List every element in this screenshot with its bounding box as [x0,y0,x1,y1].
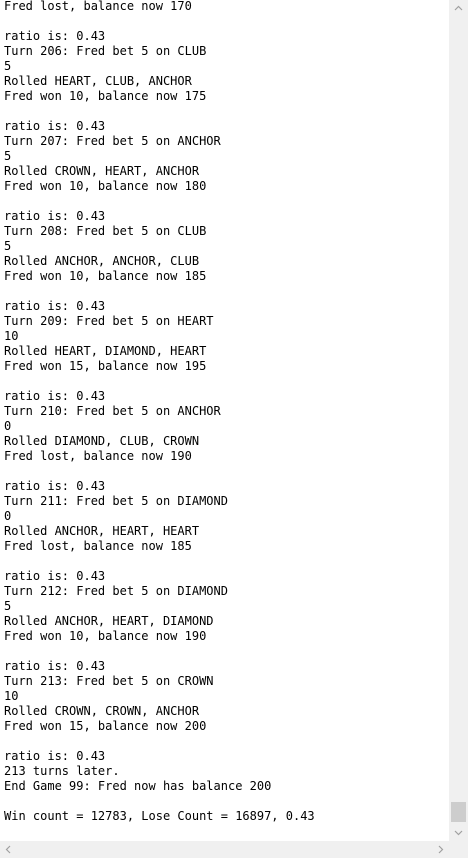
scroll-down-button[interactable] [449,824,468,841]
vertical-scroll-thumb[interactable] [451,802,466,822]
console-line: ratio is: 0.43 [4,479,106,493]
console-line: Fred lost, balance now 190 [4,449,192,463]
console-line: 5 [4,599,12,613]
console-line: Fred won 15, balance now 200 [4,719,207,733]
console-line: Rolled ANCHOR, HEART, HEART [4,524,200,538]
scroll-up-button[interactable] [449,0,468,17]
console-line: Rolled DIAMOND, CLUB, CROWN [4,434,200,448]
console-line: Rolled CROWN, CROWN, ANCHOR [4,704,200,718]
console-line: Turn 212: Fred bet 5 on DIAMOND [4,584,228,598]
console-line: Fred lost, balance now 170 [4,0,192,13]
chevron-left-icon [5,845,11,854]
console-line: Turn 207: Fred bet 5 on ANCHOR [4,134,221,148]
console-line: Rolled ANCHOR, HEART, DIAMOND [4,614,214,628]
console-output-area[interactable]: Fred lost, balance now 170 ratio is: 0.43… [0,0,449,841]
console-line: ratio is: 0.43 [4,209,106,223]
console-line: Fred won 10, balance now 175 [4,89,207,103]
vertical-scrollbar[interactable] [449,0,468,841]
console-line: Fred won 10, balance now 185 [4,269,207,283]
console-line: ratio is: 0.43 [4,29,106,43]
console-line: ratio is: 0.43 [4,569,106,583]
console-line: Rolled CROWN, HEART, ANCHOR [4,164,200,178]
console-line: 5 [4,149,12,163]
console-line: 10 [4,329,19,343]
horizontal-scrollbar[interactable] [0,841,449,858]
chevron-up-icon [454,5,463,11]
console-line: Turn 208: Fred bet 5 on CLUB [4,224,207,238]
console-line: Win count = 12783, Lose Count = 16897, 0… [4,809,315,823]
console-line: Fred won 10, balance now 190 [4,629,207,643]
console-line: Fred lost, balance now 185 [4,539,192,553]
console-line: Rolled ANCHOR, ANCHOR, CLUB [4,254,200,268]
console-line: Rolled HEART, DIAMOND, HEART [4,344,207,358]
console-line: 0 [4,419,12,433]
console-line: Turn 213: Fred bet 5 on CROWN [4,674,214,688]
console-line: 10 [4,689,19,703]
console-line: End Game 99: Fred now has balance 200 [4,779,272,793]
chevron-down-icon [454,830,463,836]
console-line: Turn 211: Fred bet 5 on DIAMOND [4,494,228,508]
console-line: ratio is: 0.43 [4,749,106,763]
scroll-left-button[interactable] [0,841,17,858]
console-line: 0 [4,509,12,523]
console-line: ratio is: 0.43 [4,299,106,313]
console-line: Turn 206: Fred bet 5 on CLUB [4,44,207,58]
console-line: 5 [4,239,12,253]
console-line: Fred won 10, balance now 180 [4,179,207,193]
console-line: Fred won 15, balance now 195 [4,359,207,373]
scrollbar-corner [449,841,468,858]
scroll-right-button[interactable] [432,841,449,858]
console-line: Turn 210: Fred bet 5 on ANCHOR [4,404,221,418]
console-line: Rolled HEART, CLUB, ANCHOR [4,74,192,88]
console-line: ratio is: 0.43 [4,659,106,673]
console-line: ratio is: 0.43 [4,119,106,133]
console-line: 213 turns later. [4,764,120,778]
console-line: Turn 209: Fred bet 5 on HEART [4,314,214,328]
chevron-right-icon [438,845,444,854]
console-line: ratio is: 0.43 [4,389,106,403]
console-text: Fred lost, balance now 170 ratio is: 0.43… [4,0,315,824]
console-line: 5 [4,59,12,73]
